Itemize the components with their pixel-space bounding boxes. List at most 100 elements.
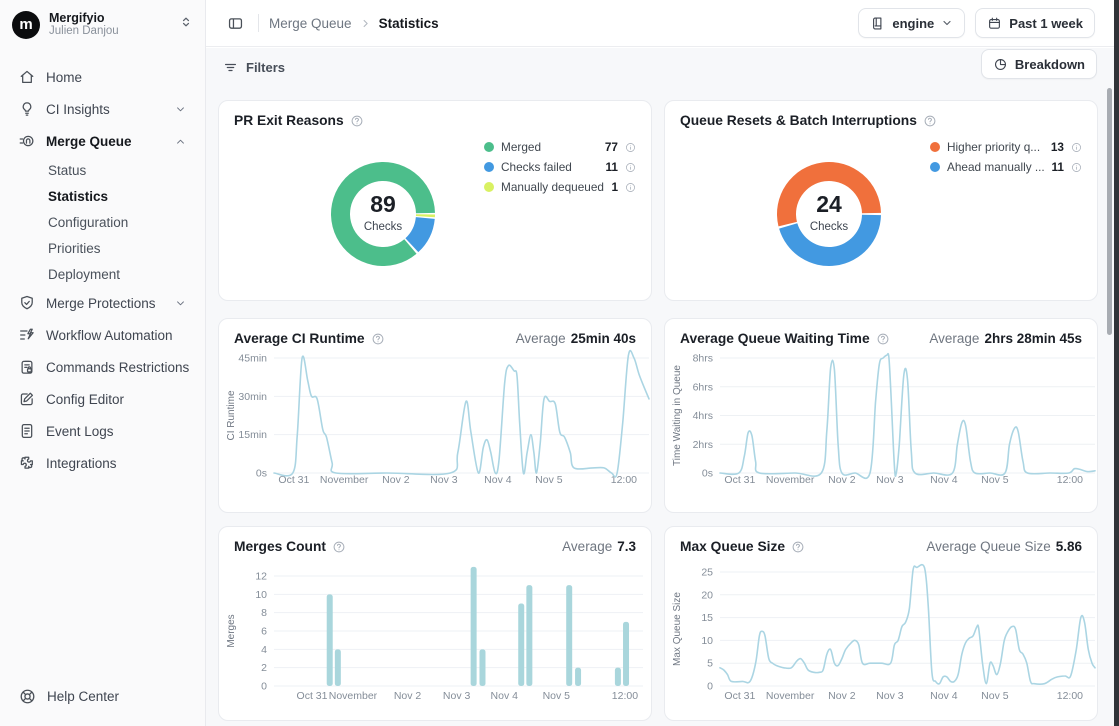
sidebar-item-ci-insights[interactable]: CI Insights: [10, 93, 195, 125]
sidebar-item-workflow-automation[interactable]: Workflow Automation: [10, 319, 195, 351]
sidebar-toggle-button[interactable]: [222, 10, 248, 36]
sidebar-item-event-logs[interactable]: Event Logs: [10, 415, 195, 447]
donut-chart: 24Checks: [769, 154, 889, 274]
legend-label: Ahead manually ...: [947, 160, 1045, 174]
breakdown-button[interactable]: Breakdown: [981, 49, 1097, 79]
x-tick-label: Nov 2: [828, 474, 856, 486]
bar[interactable]: [335, 649, 341, 686]
sidebar-item-deployment[interactable]: Deployment: [10, 261, 195, 287]
app-window: m Mergifyio Julien Danjou HomeCI Insight…: [0, 0, 1119, 726]
sidebar-item-commands-restrictions[interactable]: Commands Restrictions: [10, 351, 195, 383]
sidebar-item-config-editor[interactable]: Config Editor: [10, 383, 195, 415]
date-range-label: Past 1 week: [1009, 16, 1083, 31]
x-tick-label: Nov 5: [981, 474, 1009, 486]
line-chart: 0s2hrs4hrs6hrs8hrsOct 31NovemberNov 2Nov…: [665, 319, 1098, 513]
legend-value: 11: [606, 160, 618, 174]
date-range-button[interactable]: Past 1 week: [975, 8, 1095, 38]
legend-color-dot: [930, 142, 940, 152]
sidebar-submenu-merge-queue: StatusStatisticsConfigurationPrioritiesD…: [10, 157, 195, 287]
sidebar-item-home[interactable]: Home: [10, 61, 195, 93]
card-header: Queue Resets & Batch Interruptions: [665, 101, 1097, 128]
y-tick-label: 8hrs: [693, 353, 713, 365]
x-tick-label: Nov 4: [484, 474, 512, 486]
x-tick-label: Nov 4: [930, 474, 958, 486]
bar[interactable]: [575, 668, 581, 686]
help-icon[interactable]: [923, 114, 937, 128]
info-icon[interactable]: [1071, 162, 1082, 173]
help-center-label: Help Center: [47, 689, 119, 704]
updown-chevron-icon: [179, 15, 193, 34]
bar[interactable]: [518, 604, 524, 687]
x-tick-label: November: [766, 690, 815, 702]
legend-label: Checks failed: [501, 160, 599, 174]
y-tick-label: 0: [261, 681, 267, 693]
bar[interactable]: [526, 585, 532, 686]
bar[interactable]: [327, 594, 333, 686]
y-tick-label: 0: [707, 681, 713, 693]
x-tick-label: Nov 3: [430, 474, 458, 486]
line-chart: 0s15min30min45minOct 31NovemberNov 2Nov …: [219, 319, 652, 513]
bar[interactable]: [479, 649, 485, 686]
bar[interactable]: [566, 585, 572, 686]
chevron-down-icon: [174, 103, 187, 116]
sidebar-item-statistics[interactable]: Statistics: [10, 183, 195, 209]
card-title: Queue Resets & Batch Interruptions: [680, 113, 937, 128]
vertical-scrollbar[interactable]: [1107, 88, 1112, 335]
info-icon[interactable]: [625, 162, 636, 173]
y-tick-label: 15min: [238, 429, 267, 441]
legend-row-checks-failed[interactable]: Checks failed 11: [484, 157, 636, 177]
card-queue-waiting-time: Average Queue Waiting TimeAverage2hrs 28…: [664, 318, 1098, 513]
donut-chart: 89 Checks: [323, 154, 443, 274]
sidebar-item-priorities[interactable]: Priorities: [10, 235, 195, 261]
account-switcher[interactable]: m Mergifyio Julien Danjou: [0, 0, 205, 47]
x-tick-label: Nov 4: [491, 690, 519, 702]
y-tick-label: 0s: [702, 468, 713, 480]
info-icon[interactable]: [625, 182, 636, 193]
chevron-down-icon: [941, 17, 953, 29]
chevron-up-icon: [174, 135, 187, 148]
sidebar-item-merge-protections[interactable]: Merge Protections: [10, 287, 195, 319]
sidebar-item-help-center[interactable]: Help Center: [10, 681, 127, 712]
card-ci-runtime: Average CI RuntimeAverage25min 40s0s15mi…: [218, 318, 652, 513]
x-tick-label: Nov 2: [828, 690, 856, 702]
filters-button[interactable]: Filters: [214, 54, 294, 81]
legend-row-ahead-manually-[interactable]: Ahead manually ...11: [930, 157, 1082, 177]
x-tick-label: Nov 2: [382, 474, 410, 486]
sidebar-item-integrations[interactable]: Integrations: [10, 447, 195, 479]
filters-label: Filters: [246, 60, 285, 75]
bar[interactable]: [623, 622, 629, 686]
legend-row-merged[interactable]: Merged77: [484, 137, 636, 157]
x-tick-label: Nov 5: [543, 690, 571, 702]
toolbar: Filters Breakdown: [206, 48, 1119, 88]
donut-segment-manually-dequeued[interactable]: [416, 214, 435, 217]
main-content: Filters Breakdown PR Exit Reasons89Check…: [206, 48, 1119, 726]
lifebuoy-icon: [18, 687, 37, 706]
legend-row-higher-priority-q-[interactable]: Higher priority q...13: [930, 137, 1082, 157]
repository-selector[interactable]: engine: [858, 8, 965, 38]
legend-value: 77: [605, 140, 618, 154]
bar[interactable]: [471, 567, 477, 686]
help-icon[interactable]: [350, 114, 364, 128]
sidebar-item-status[interactable]: Status: [10, 157, 195, 183]
info-icon[interactable]: [1071, 142, 1082, 153]
breadcrumb-merge-queue[interactable]: Merge Queue: [269, 16, 352, 31]
donut-center-value: 89: [370, 191, 396, 217]
x-tick-label: Oct 31: [297, 690, 328, 702]
org-name: Mergifyio: [49, 11, 170, 25]
stats-cards-grid: PR Exit Reasons89ChecksMerged77Checks fa…: [206, 88, 1119, 726]
sidebar-item-merge-queue[interactable]: Merge Queue: [10, 125, 195, 157]
info-icon[interactable]: [625, 142, 636, 153]
donut-center-label: Checks: [810, 221, 849, 233]
x-tick-label: Nov 5: [981, 690, 1009, 702]
x-tick-label: 12:00: [1057, 690, 1083, 702]
bar[interactable]: [615, 668, 621, 686]
puzzle-icon: [18, 454, 36, 472]
sidebar-item-configuration[interactable]: Configuration: [10, 209, 195, 235]
y-axis-label: Merges: [226, 614, 237, 647]
workflow-icon: [18, 326, 36, 344]
legend-row-manually-dequeued[interactable]: Manually dequeued1: [484, 177, 636, 197]
x-tick-label: 12:00: [612, 690, 638, 702]
y-tick-label: 12: [255, 571, 267, 583]
donut-center-label: Checks: [364, 221, 403, 233]
line-series: [720, 565, 1095, 684]
